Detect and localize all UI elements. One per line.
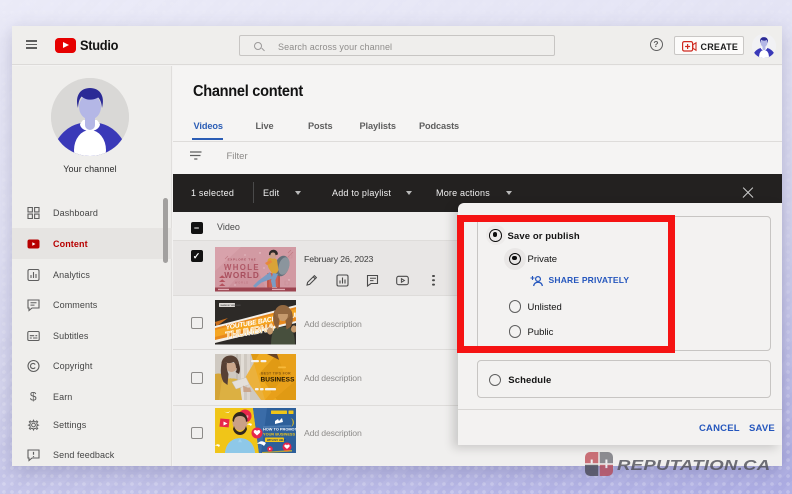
- svg-text:MADE BY WELDER: MADE BY WELDER: [221, 304, 242, 307]
- svg-text:BEST TIPS FOR: BEST TIPS FOR: [261, 372, 291, 376]
- svg-text:WORLD: WORLD: [224, 271, 259, 280]
- svg-text:WITH MY HELP: WITH MY HELP: [267, 438, 286, 442]
- svg-text:EXPLORE THE: EXPLORE THE: [228, 258, 257, 262]
- svg-text:YOUR BUSINESS: YOUR BUSINESS: [263, 431, 295, 436]
- svg-text:WORLD: WORLD: [235, 281, 249, 285]
- svg-text:BUSINESS: BUSINESS: [261, 377, 296, 384]
